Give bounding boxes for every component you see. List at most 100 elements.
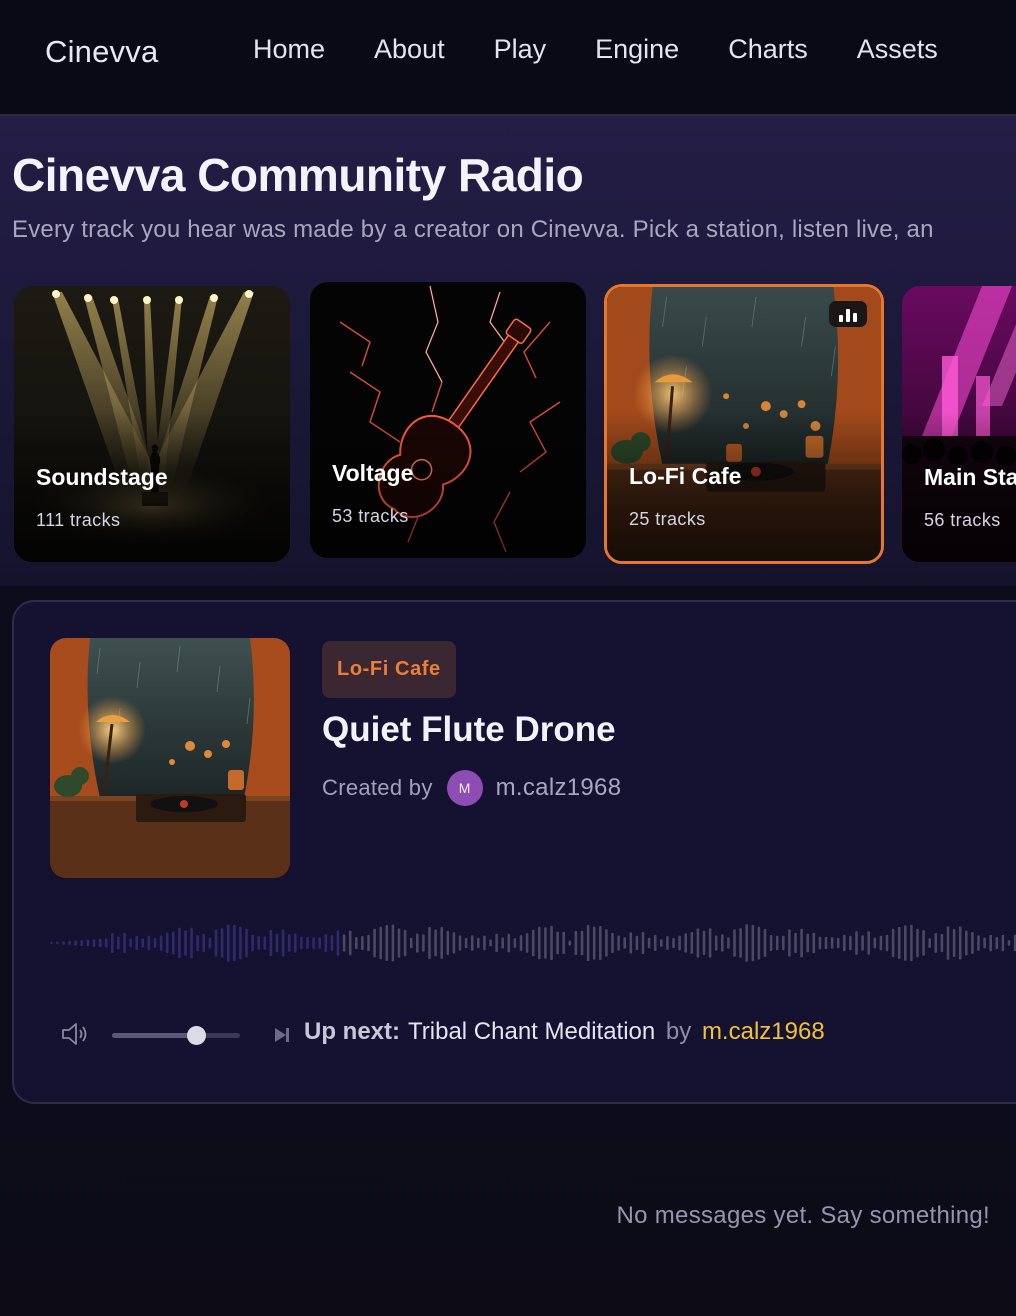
volume-icon[interactable] [60, 1020, 90, 1048]
nav-link-about[interactable]: About [374, 34, 445, 65]
waveform-bar [635, 935, 639, 951]
skip-next-icon[interactable] [272, 1025, 292, 1045]
waveform-bar [910, 924, 913, 962]
waveform-bar [458, 935, 462, 951]
volume-thumb[interactable] [187, 1026, 207, 1045]
created-by-label: Created by [322, 775, 433, 800]
waveform-bar [470, 935, 474, 951]
page-title: Cinevva Community Radio [12, 149, 584, 201]
waveform-bar [239, 926, 242, 960]
waveform-bar [647, 937, 651, 949]
station-carousel[interactable]: Soundstage 111 tracks Voltage 53 tracks … [0, 282, 1016, 568]
waveform-bar [952, 929, 956, 957]
station-card-lofi-cafe[interactable]: Lo-Fi Cafe 25 tracks [604, 284, 884, 564]
waveform-bar [897, 926, 901, 959]
waveform-bar [111, 933, 114, 953]
waveform-bar [385, 925, 389, 961]
waveform-bar [861, 935, 864, 951]
waveform-bar [422, 934, 425, 952]
waveform-bar [617, 935, 620, 951]
waveform-bar [513, 938, 517, 948]
up-next-creator-link[interactable]: m.calz1968 [702, 1018, 825, 1045]
station-card-main-stage[interactable]: Main Sta 56 tracks [902, 286, 1016, 562]
waveform-bar [123, 932, 126, 954]
waveform-bar [233, 924, 236, 962]
creator-name[interactable]: m.calz1968 [496, 774, 622, 802]
now-playing-panel: Lo-Fi Cafe Quiet Flute Drone Created by … [12, 600, 1016, 1104]
waveform-bar [849, 935, 852, 951]
waveform-bar [336, 930, 340, 956]
nav-link-play[interactable]: Play [494, 34, 547, 65]
waveform-bar [141, 938, 145, 948]
waveform-bar [281, 929, 285, 957]
waveform-bar [56, 941, 59, 945]
cover-image [50, 638, 290, 878]
waveform-bar [98, 938, 102, 948]
waveform-bar [391, 924, 395, 962]
station-name: Lo-Fi Cafe [629, 463, 742, 489]
waveform-bar [397, 928, 401, 958]
brand-logo[interactable]: Cinevva [45, 34, 158, 70]
nav-link-home[interactable]: Home [253, 34, 325, 65]
waveform-bar [190, 927, 193, 959]
waveform-bar [830, 937, 834, 949]
waveform-bar [348, 930, 352, 956]
waveform-bar [312, 937, 315, 949]
waveform-bar [501, 937, 504, 949]
waveform-bar [891, 928, 895, 958]
waveform-bar [172, 931, 175, 955]
waveform-bar [843, 934, 846, 952]
station-card-voltage[interactable]: Voltage 53 tracks [310, 282, 586, 558]
waveform-bar [214, 929, 218, 957]
station-track-count: 111 tracks [36, 510, 121, 530]
waveform-bar [586, 924, 590, 962]
station-track-count: 53 tracks [332, 506, 409, 526]
nav-link-assets[interactable]: Assets [857, 34, 938, 65]
waveform-bar [538, 926, 541, 960]
track-cover-art [50, 638, 290, 878]
waveform-bar [531, 929, 535, 957]
waveform-bar [507, 933, 511, 953]
waveform-bar [721, 934, 724, 952]
nav-link-charts[interactable]: Charts [728, 34, 808, 65]
waveform-bar [135, 935, 138, 951]
waveform-bar [446, 931, 450, 955]
waveform-bar [68, 940, 71, 946]
avatar[interactable]: M [446, 770, 483, 806]
waveform-bar [495, 933, 498, 953]
nav-links: Home About Play Engine Charts Assets [253, 34, 987, 65]
waveform-bar [251, 934, 254, 952]
waveform-bar [550, 925, 553, 961]
waveform-bar [965, 930, 968, 956]
waveform-bar [489, 939, 492, 947]
waveform-bar [434, 929, 437, 957]
waveform-bar [812, 932, 816, 954]
hero-section: Cinevva Community Radio Every track you … [0, 116, 1016, 586]
waveform-bar [775, 935, 779, 951]
waveform-bar [916, 928, 919, 958]
chat-empty-message: No messages yet. Say something! [616, 1202, 990, 1229]
waveform-bar [611, 932, 614, 954]
waveform-bar [946, 926, 950, 960]
waveform-bar [202, 933, 206, 952]
waveform-bar [62, 941, 65, 945]
waveform-bar [129, 938, 132, 948]
waveform-bar [605, 929, 608, 957]
waveform[interactable] [50, 908, 1016, 978]
waveform-bar [873, 937, 877, 949]
creator-row: Created by M m.calz1968 [322, 770, 621, 806]
waveform-bar [733, 929, 736, 957]
waveform-bar [958, 926, 962, 960]
waveform-bar [623, 937, 626, 949]
volume-slider[interactable] [112, 1026, 240, 1045]
waveform-bar [361, 936, 364, 950]
nav-link-engine[interactable]: Engine [595, 34, 679, 65]
station-chip[interactable]: Lo-Fi Cafe [322, 641, 456, 698]
waveform-bar [727, 937, 730, 949]
waveform-bar [440, 927, 443, 959]
waveform-bar [409, 937, 413, 949]
station-card-soundstage[interactable]: Soundstage 111 tracks [14, 286, 290, 562]
waveform-bar [269, 929, 273, 956]
up-next: Up next: Tribal Chant Meditation by m.cal… [304, 1018, 825, 1046]
track-title: Quiet Flute Drone [322, 710, 616, 749]
